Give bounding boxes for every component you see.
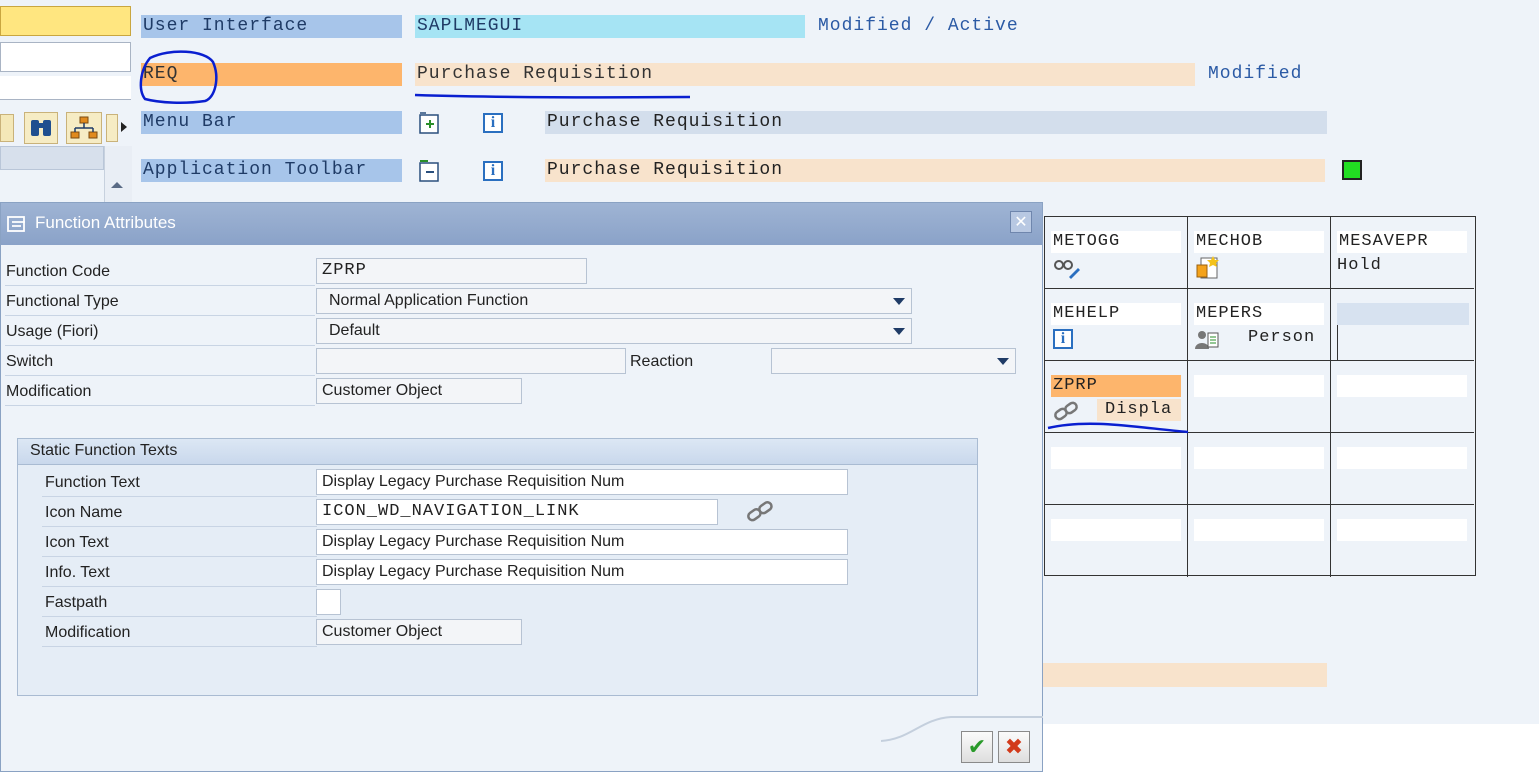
- link-icon: [746, 499, 776, 530]
- modification-field: Customer Object: [316, 619, 522, 645]
- divider: [42, 526, 317, 527]
- fastpath-label: Fastpath: [45, 594, 108, 611]
- functional-type-value: Normal Application Function: [329, 292, 529, 309]
- icon-name-field[interactable]: ICON_WD_NAVIGATION_LINK: [316, 499, 718, 525]
- divider: [5, 285, 315, 286]
- switch-label: Switch: [6, 353, 54, 370]
- icon-name-label: Icon Name: [45, 504, 123, 521]
- divider: [5, 315, 315, 316]
- chevron-down-icon: [893, 298, 905, 305]
- cancel-button[interactable]: ✖: [998, 731, 1030, 763]
- chevron-down-icon: [997, 358, 1009, 365]
- function-code-field[interactable]: ZPRP: [316, 258, 587, 284]
- chevron-down-icon: [893, 328, 905, 335]
- functional-type-select[interactable]: Normal Application Function: [316, 288, 912, 314]
- divider: [42, 616, 317, 617]
- ok-button[interactable]: ✔: [961, 731, 993, 763]
- switch-field[interactable]: [316, 348, 626, 374]
- dialog-title: Function Attributes: [35, 213, 176, 232]
- modification-field: Customer Object: [316, 378, 522, 404]
- functional-type-label: Functional Type: [6, 293, 119, 310]
- divider: [42, 496, 317, 497]
- static-function-texts-group: Static Function Texts Function Text Disp…: [17, 438, 978, 696]
- function-text-label: Function Text: [45, 474, 140, 491]
- usage-value: Default: [329, 322, 380, 339]
- reaction-label: Reaction: [630, 353, 694, 370]
- divider: [42, 556, 317, 557]
- function-attributes-dialog: Function Attributes ✕ Function Code ZPRP…: [0, 202, 1043, 772]
- modification-label: Modification: [6, 383, 92, 400]
- function-code-label: Function Code: [6, 263, 111, 280]
- modification-label: Modification: [45, 624, 131, 641]
- icon-text-label: Icon Text: [45, 534, 109, 551]
- close-icon[interactable]: ✕: [1010, 211, 1032, 233]
- info-text-field[interactable]: Display Legacy Purchase Requisition Num: [316, 559, 848, 585]
- group-header: Static Function Texts: [18, 439, 977, 465]
- divider: [42, 586, 317, 587]
- group-title: Static Function Texts: [30, 442, 178, 459]
- icon-text-field[interactable]: Display Legacy Purchase Requisition Num: [316, 529, 848, 555]
- usage-select[interactable]: Default: [316, 318, 912, 344]
- fastpath-field[interactable]: [316, 589, 341, 615]
- divider: [5, 405, 315, 406]
- info-text-label: Info. Text: [45, 564, 110, 581]
- divider: [5, 345, 315, 346]
- divider: [5, 375, 315, 376]
- divider: [42, 646, 317, 647]
- reaction-select[interactable]: [771, 348, 1016, 374]
- usage-label: Usage (Fiori): [6, 323, 99, 340]
- dialog-title-bar: Function Attributes ✕: [1, 203, 1042, 245]
- function-text-field[interactable]: Display Legacy Purchase Requisition Num: [316, 469, 848, 495]
- dialog-icon: [7, 215, 27, 238]
